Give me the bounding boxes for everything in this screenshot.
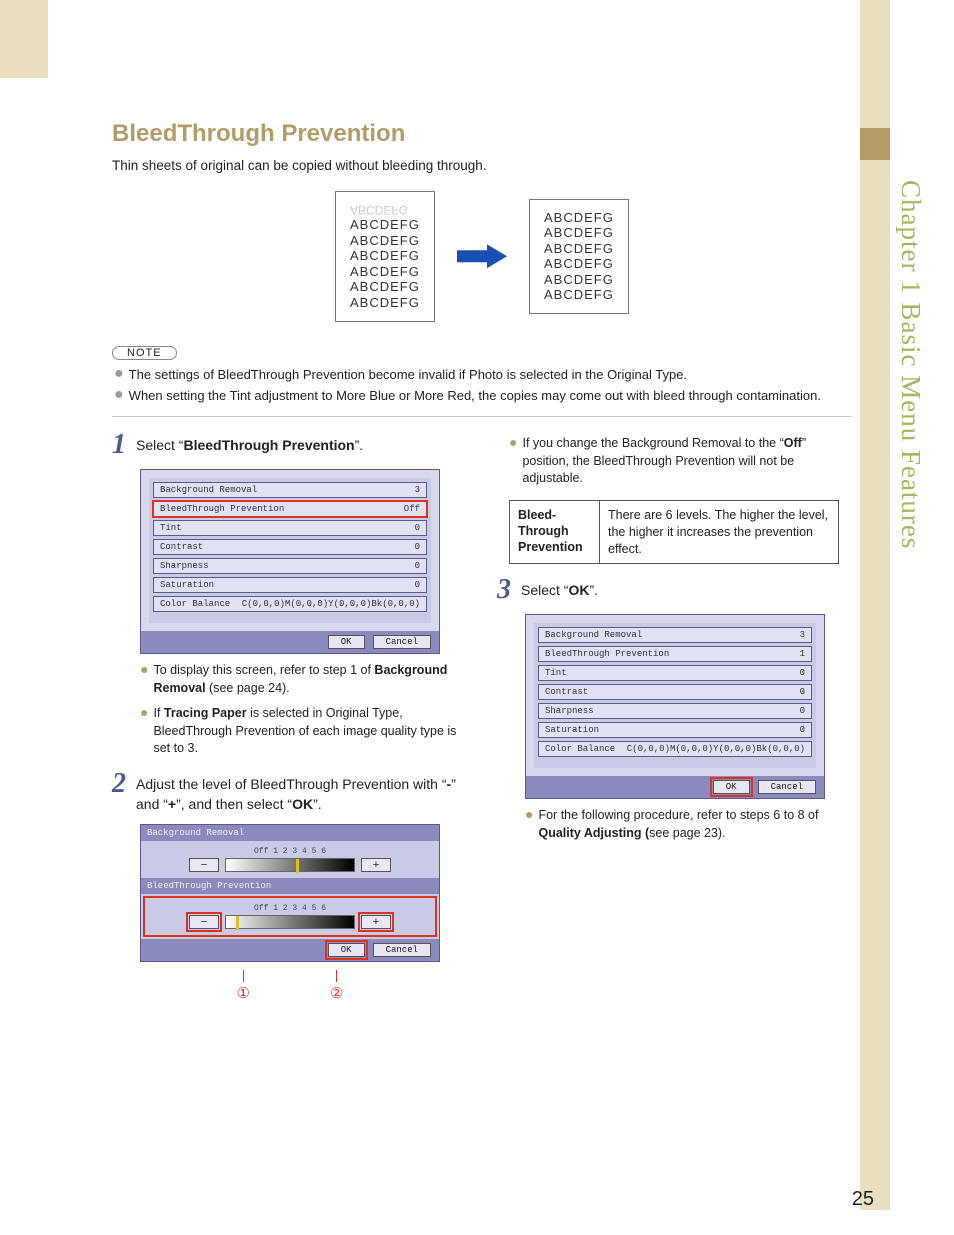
panel-row[interactable]: Sharpness0 [153, 558, 427, 574]
step-text: Select “BleedThrough Prevention”. [136, 431, 363, 459]
illus-after: ABCDEFG ABCDEFG ABCDEFG ABCDEFG ABCDEFG … [529, 199, 629, 315]
settings-panel-3: Background Removal3 BleedThrough Prevent… [525, 614, 825, 799]
level-bar[interactable] [225, 858, 355, 872]
bullet-icon: ● [140, 705, 148, 758]
step-1: 1 Select “BleedThrough Prevention”. [112, 431, 467, 459]
info-table: Bleed- Through Prevention There are 6 le… [509, 500, 839, 565]
callout-2: ② [330, 984, 343, 1002]
step-text: Select “OK”. [521, 576, 598, 604]
adjust-panel: Background Removal Off 1 2 3 4 5 6 − + B… [140, 824, 440, 962]
minus-button[interactable]: − [189, 858, 219, 872]
page-title: BleedThrough Prevention [112, 120, 852, 148]
callout-numbers: ① ② [140, 970, 440, 1002]
step-3: 3 Select “OK”. [497, 576, 852, 604]
left-column: 1 Select “BleedThrough Prevention”. Back… [112, 431, 467, 1002]
scale-label: Off 1 2 3 4 5 6 [155, 904, 425, 913]
info-desc: There are 6 levels. The higher the level… [600, 501, 838, 564]
panel-row[interactable]: Tint0 [538, 665, 812, 681]
panel-row[interactable]: Color BalanceC(0,0,0)M(0,0,0)Y(0,0,0)Bk(… [153, 596, 427, 612]
chapter-label: Chapter 1 Basic Menu Features [895, 180, 926, 549]
step-number: 1 [112, 431, 126, 459]
bullet-icon: ● [140, 662, 148, 697]
panel-footer: OK Cancel [526, 776, 824, 798]
note-item: The settings of BleedThrough Prevention … [129, 366, 687, 385]
plus-button[interactable]: + [361, 915, 391, 929]
ok-button[interactable]: OK [328, 943, 365, 957]
cancel-button[interactable]: Cancel [758, 780, 816, 794]
step-number: 3 [497, 576, 511, 604]
step-2: 2 Adjust the level of BleedThrough Preve… [112, 770, 467, 815]
illustration: ABCDEFG ABCDEFG ABCDEFG ABCDEFG ABCDEFG … [112, 191, 852, 322]
note-list: ● The settings of BleedThrough Prevention… [112, 366, 852, 407]
step3-notes: ●For the following procedure, refer to s… [497, 807, 852, 842]
ghost-text: ABCDEFG [350, 203, 408, 217]
level-bar[interactable] [225, 915, 355, 929]
adjust-section-bg: Background Removal [141, 825, 439, 841]
panel-row[interactable]: Color BalanceC(0,0,0)M(0,0,0)Y(0,0,0)Bk(… [538, 741, 812, 757]
divider [112, 416, 852, 417]
panel-row[interactable]: Background Removal3 [538, 627, 812, 643]
ok-button[interactable]: OK [328, 635, 365, 649]
step-number: 2 [112, 770, 126, 815]
page-number: 25 [852, 1188, 874, 1211]
sub-note: To display this screen, refer to step 1 … [153, 662, 467, 697]
panel-row[interactable]: Contrast0 [538, 684, 812, 700]
panel-row[interactable]: Sharpness0 [538, 703, 812, 719]
ok-button[interactable]: OK [713, 780, 750, 794]
bullet-icon: ● [114, 366, 124, 385]
panel-row[interactable]: Background Removal3 [153, 482, 427, 498]
settings-panel-1: Background Removal3 BleedThrough Prevent… [140, 469, 440, 654]
panel-row[interactable]: Contrast0 [153, 539, 427, 555]
panel-footer: OK Cancel [141, 631, 439, 653]
bullet-icon: ● [509, 435, 517, 488]
step1-notes: ●To display this screen, refer to step 1… [112, 662, 467, 758]
intro-text: Thin sheets of original can be copied wi… [112, 158, 852, 173]
bullet-icon: ● [525, 807, 533, 842]
plus-button[interactable]: + [361, 858, 391, 872]
side-band [860, 0, 890, 1210]
panel-row[interactable]: BleedThrough Prevention1 [538, 646, 812, 662]
step-text: Adjust the level of BleedThrough Prevent… [136, 770, 467, 815]
right-column: ●If you change the Background Removal to… [497, 431, 852, 1002]
top-band [0, 0, 48, 78]
note-badge: NOTE [112, 346, 177, 360]
note-item: When setting the Tint adjustment to More… [129, 387, 821, 406]
right-note: If you change the Background Removal to … [522, 435, 852, 488]
panel-row-bleedthrough[interactable]: BleedThrough PreventionOff [153, 501, 427, 517]
panel-row[interactable]: Saturation0 [538, 722, 812, 738]
minus-button[interactable]: − [189, 915, 219, 929]
callout-1: ① [237, 984, 250, 1002]
bullet-icon: ● [114, 387, 124, 406]
panel-row[interactable]: Saturation0 [153, 577, 427, 593]
cancel-button[interactable]: Cancel [373, 635, 431, 649]
arrow-icon [457, 244, 507, 268]
panel-row[interactable]: Tint0 [153, 520, 427, 536]
illus-before: ABCDEFG ABCDEFG ABCDEFG ABCDEFG ABCDEFG … [335, 191, 435, 322]
scale-label: Off 1 2 3 4 5 6 [151, 847, 429, 856]
side-accent [860, 128, 890, 160]
info-label: Bleed- Through Prevention [510, 501, 600, 564]
adjust-section-bt: BleedThrough Prevention [141, 878, 439, 894]
cancel-button[interactable]: Cancel [373, 943, 431, 957]
sub-note: If Tracing Paper is selected in Original… [153, 705, 467, 758]
sub-note: For the following procedure, refer to st… [538, 807, 852, 842]
